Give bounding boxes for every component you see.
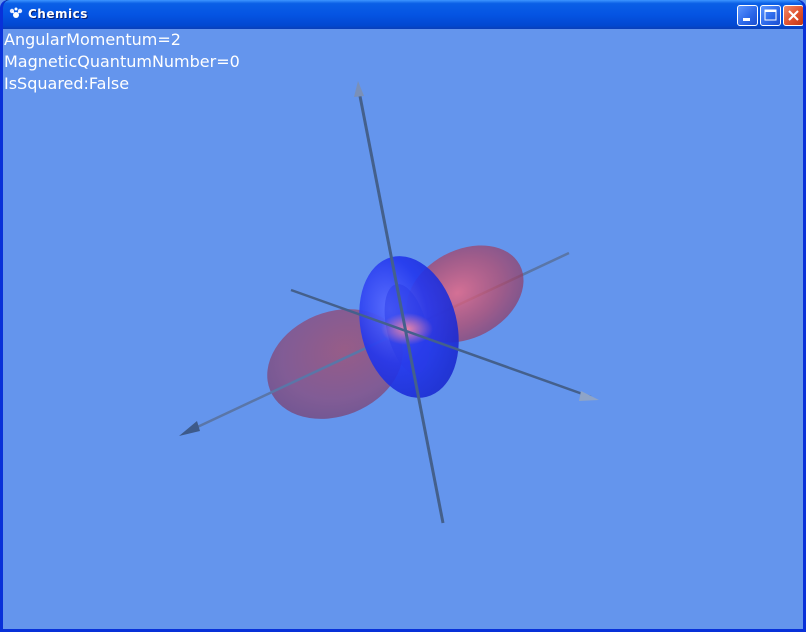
is-squared-label: IsSquared:False	[4, 74, 130, 93]
maximize-icon	[764, 9, 777, 21]
orbital-scene	[179, 81, 599, 524]
maximize-button[interactable]	[760, 5, 781, 26]
minimize-icon	[743, 18, 750, 21]
title-bar[interactable]: Chemics	[3, 0, 803, 29]
minimize-button[interactable]	[737, 5, 758, 26]
app-window: Chemics AngularMomentum=2 MagneticQuantu…	[0, 0, 806, 632]
viewport-3d[interactable]: AngularMomentum=2 MagneticQuantumNumber=…	[3, 29, 803, 629]
angular-momentum-label: AngularMomentum=2	[4, 30, 181, 49]
axis-x-arrow-icon	[179, 421, 200, 436]
axis-z-arrow-icon	[354, 81, 364, 97]
magnetic-quantum-number-label: MagneticQuantumNumber=0	[4, 52, 240, 71]
app-icon	[9, 7, 23, 18]
axis-y-arrow-icon	[579, 391, 599, 401]
close-button[interactable]	[783, 5, 803, 26]
close-icon	[788, 10, 799, 21]
window-title: Chemics	[28, 7, 88, 21]
